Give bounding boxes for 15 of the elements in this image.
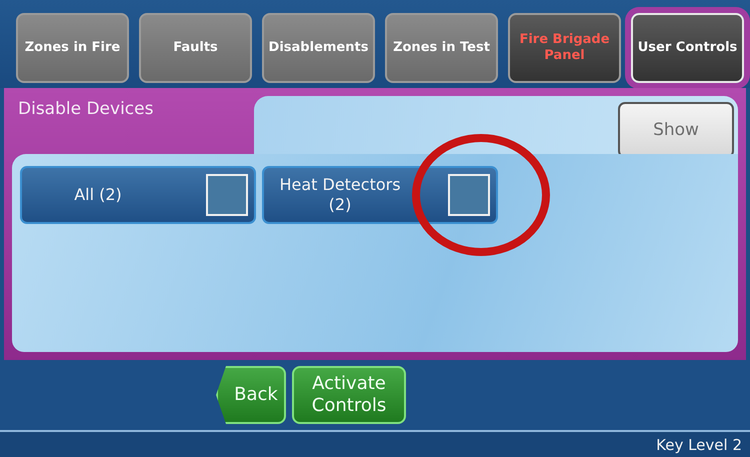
nav-tab[interactable]: Faults: [139, 13, 252, 83]
back-button[interactable]: Back: [216, 366, 286, 424]
checkbox[interactable]: [206, 174, 248, 216]
device-toggle[interactable]: Heat Detectors (2): [262, 166, 498, 224]
status-text: Key Level 2: [656, 436, 742, 454]
action-button[interactable]: Activate Controls: [292, 366, 406, 424]
nav-tab[interactable]: Fire Brigade Panel: [508, 13, 621, 83]
nav-tab[interactable]: Zones in Test: [385, 13, 498, 83]
device-label: Heat Detectors (2): [278, 175, 402, 215]
device-toggle[interactable]: All (2): [20, 166, 256, 224]
nav-tab[interactable]: Disablements: [262, 13, 375, 83]
checkbox[interactable]: [448, 174, 490, 216]
panel-title: Disable Devices: [18, 98, 154, 121]
device-label: All (2): [73, 185, 123, 205]
nav-tab[interactable]: Zones in Fire: [16, 13, 129, 83]
